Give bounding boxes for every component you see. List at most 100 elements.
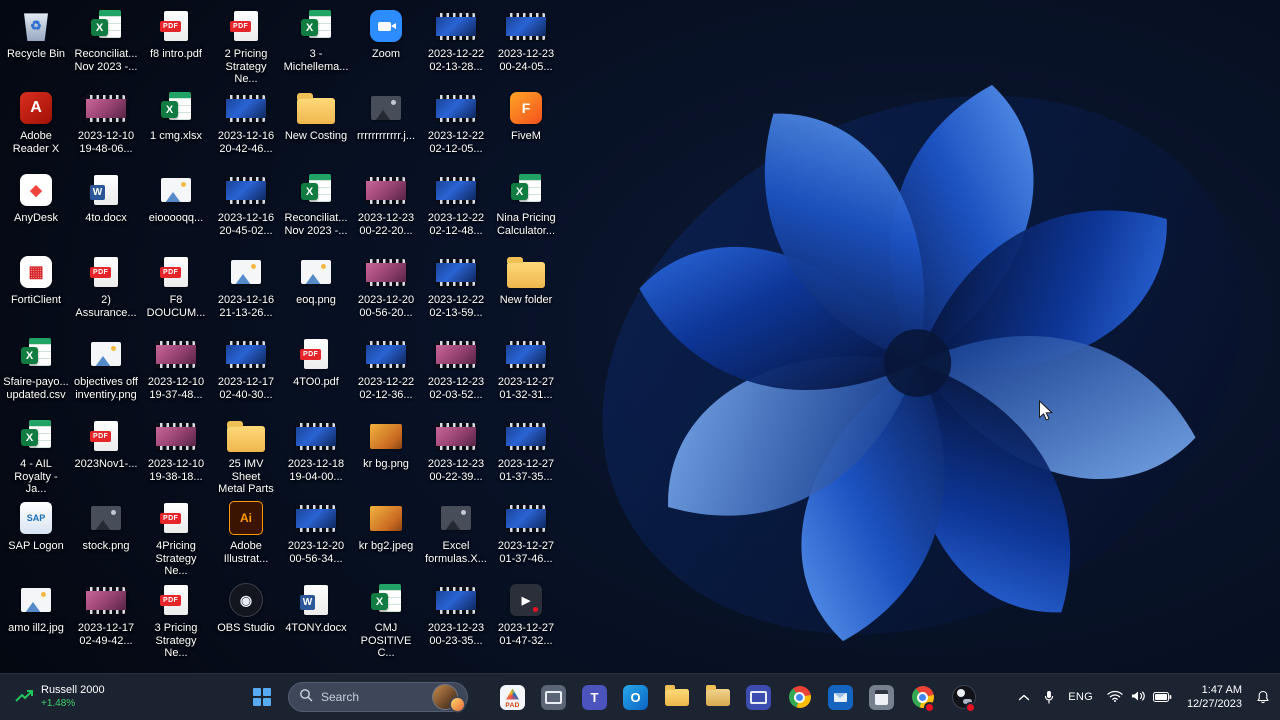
desktop-icon-reconciliat-nov-2023[interactable]: X Reconciliat... Nov 2023 -... [283, 171, 349, 237]
desktop-icon-eoq-png[interactable]: eoq.png [283, 253, 349, 307]
desktop-icon-2023-12-23-00-24-05[interactable]: 2023-12-23 00-24-05... [493, 7, 559, 73]
microphone-icon[interactable] [1037, 678, 1061, 716]
desktop-icon-2023-12-27-01-47-32[interactable]: ▶ 2023-12-27 01-47-32... [493, 581, 559, 647]
stock-change: +1.48% [41, 697, 76, 709]
file-explorer-taskbar-icon[interactable] [656, 674, 697, 720]
calculator-taskbar-icon[interactable] [861, 674, 902, 720]
desktop-icon-1-cmg-xlsx[interactable]: X 1 cmg.xlsx [143, 89, 209, 143]
desktop-icon-2023-12-10-19-38-18[interactable]: 2023-12-10 19-38-18... [143, 417, 209, 483]
remote-screen-taskbar-icon[interactable] [533, 674, 574, 720]
display-connect-taskbar-icon[interactable] [738, 674, 779, 720]
desktop-icon-adobe-reader-x[interactable]: A Adobe Reader X [3, 89, 69, 155]
desktop-icon-2023-12-20-00-56-20[interactable]: 2023-12-20 00-56-20... [353, 253, 419, 319]
desktop-icon-anydesk[interactable]: ◆ AnyDesk [3, 171, 69, 225]
desktop-icon-objectives-off-inventiry-png[interactable]: objectives off inventiry.png [73, 335, 139, 401]
desktop-icon-4to0-pdf[interactable]: PDF 4TO0.pdf [283, 335, 349, 389]
desktop-icon-2023-12-27-01-32-31[interactable]: 2023-12-27 01-32-31... [493, 335, 559, 401]
desktop-icon-recycle-bin[interactable]: ♻ Recycle Bin [3, 7, 69, 61]
desktop-icon-2023-12-16-20-42-46[interactable]: 2023-12-16 20-42-46... [213, 89, 279, 155]
desktop-icon-2-assurance[interactable]: PDF 2) Assurance... [73, 253, 139, 319]
desktop-icon-kr-bg-png[interactable]: kr bg.png [353, 417, 419, 471]
desktop-icon-forticlient[interactable]: ▦ FortiClient [3, 253, 69, 307]
desktop-icon-2023-12-23-00-23-35[interactable]: 2023-12-23 00-23-35... [423, 581, 489, 647]
desktop-icon-label: objectives off inventiry.png [73, 376, 138, 401]
desktop-icon-2023-12-10-19-37-48[interactable]: 2023-12-10 19-37-48... [143, 335, 209, 401]
desktop-icon-2023-12-22-02-13-59[interactable]: 2023-12-22 02-13-59... [423, 253, 489, 319]
desktop-icon-2023-12-23-00-22-20[interactable]: 2023-12-23 00-22-20... [353, 171, 419, 237]
desktop-icon-2023-12-17-02-49-42[interactable]: 2023-12-17 02-49-42... [73, 581, 139, 647]
desktop-icon-2-pricing-strategy-ne[interactable]: PDF 2 Pricing Strategy Ne... [213, 7, 279, 86]
outlook-taskbar-icon[interactable]: O [615, 674, 656, 720]
desktop-icon-3-michellema[interactable]: X 3 - Michellema... [283, 7, 349, 73]
desktop-icon-excel-formulas-x[interactable]: Excel formulas.X... [423, 499, 489, 565]
desktop-icon-2023nov1[interactable]: PDF 2023Nov1-... [73, 417, 139, 471]
desktop-icon-2023-12-23-02-03-52[interactable]: 2023-12-23 02-03-52... [423, 335, 489, 401]
language-indicator[interactable]: ENG [1062, 678, 1099, 716]
desktop-icon-2023-12-10-19-48-06[interactable]: 2023-12-10 19-48-06... [73, 89, 139, 155]
desktop-icon-new-costing[interactable]: New Costing [283, 89, 349, 143]
power-automate-taskbar-icon[interactable]: PAD [492, 674, 533, 720]
desktop-icon-4tony-docx[interactable]: W 4TONY.docx [283, 581, 349, 635]
mail-taskbar-icon[interactable] [820, 674, 861, 720]
desktop-icon-adobe-illustrat[interactable]: Ai Adobe Illustrat... [213, 499, 279, 565]
desktop-icon-2023-12-27-01-37-46[interactable]: 2023-12-27 01-37-46... [493, 499, 559, 565]
desktop-icon-2023-12-18-19-04-00[interactable]: 2023-12-18 19-04-00... [283, 417, 349, 483]
desktop-icon-new-folder[interactable]: New folder [493, 253, 559, 307]
clock[interactable]: 1:47 AM 12/27/2023 [1180, 683, 1249, 712]
search-box[interactable] [288, 682, 468, 712]
chrome-taskbar-icon[interactable] [779, 674, 820, 720]
desktop-icon-label: 2023-12-18 19-04-00... [287, 458, 345, 483]
desktop-icon-2023-12-16-20-45-02[interactable]: 2023-12-16 20-45-02... [213, 171, 279, 237]
desktop-icon-2023-12-22-02-12-36[interactable]: 2023-12-22 02-12-36... [353, 335, 419, 401]
search-input[interactable] [319, 689, 427, 705]
desktop-icon-label: 2023Nov1-... [74, 458, 138, 470]
desktop-icon-stock-png[interactable]: stock.png [73, 499, 139, 553]
obs-studio-taskbar-icon[interactable] [943, 674, 984, 720]
desktop-icon-2023-12-20-00-56-34[interactable]: 2023-12-20 00-56-34... [283, 499, 349, 565]
desktop-icon-3-pricing-strategy-ne[interactable]: PDF 3 Pricing Strategy Ne... [143, 581, 209, 660]
desktop-icon-cmj-positive-c[interactable]: X CMJ POSITIVE C... [353, 581, 419, 660]
desktop-icon-4pricing-strategy-ne[interactable]: PDF 4Pricing Strategy Ne... [143, 499, 209, 578]
desktop-icon-2023-12-22-02-12-05[interactable]: 2023-12-22 02-12-05... [423, 89, 489, 155]
documents-folder-taskbar-icon[interactable] [697, 674, 738, 720]
desktop-icon-reconciliat-nov-2023[interactable]: X Reconciliat... Nov 2023 -... [73, 7, 139, 73]
stocks-widget[interactable]: Russell 2000 +1.48% [8, 674, 111, 720]
start-button[interactable] [246, 683, 278, 711]
desktop-icon-label: Zoom [371, 48, 401, 60]
desktop-icon-eiooooqq[interactable]: eiooooqq... [143, 171, 209, 225]
excel-icon: X [299, 7, 333, 45]
desktop-icon-4to-docx[interactable]: W 4to.docx [73, 171, 139, 225]
desktop-icon-f8-intro-pdf[interactable]: PDF f8 intro.pdf [143, 7, 209, 61]
desktop-icon-obs-studio[interactable]: ◉ OBS Studio [213, 581, 279, 635]
desktop-icon-2023-12-17-02-40-30[interactable]: 2023-12-17 02-40-30... [213, 335, 279, 401]
desktop-icon-f8-doucum[interactable]: PDF F8 DOUCUM... [143, 253, 209, 319]
adobe-reader-icon: A [20, 89, 52, 127]
desktop-icon-2023-12-16-21-13-26[interactable]: 2023-12-16 21-13-26... [213, 253, 279, 319]
desktop-icon-sfaire-payo-updated-csv[interactable]: X Sfaire-payo... updated.csv [3, 335, 69, 401]
desktop-icon-fivem[interactable]: F FiveM [493, 89, 559, 143]
desktop-icon-2023-12-22-02-13-28[interactable]: 2023-12-22 02-13-28... [423, 7, 489, 73]
desktop-icon-4-ail-royalty-ja[interactable]: X4 - AIL Royalty - Ja... [3, 417, 69, 496]
desktop-icon-label: 2023-12-22 02-13-59... [427, 294, 485, 319]
desktop-icon-label: Reconciliat... Nov 2023 -... [74, 48, 138, 73]
notification-bell-icon[interactable] [1250, 678, 1276, 716]
teams-taskbar-icon[interactable]: T [574, 674, 615, 720]
desktop-icon-2023-12-27-01-37-35[interactable]: 2023-12-27 01-37-35... [493, 417, 559, 483]
desktop-icon-sap-logon[interactable]: SAP SAP Logon [3, 499, 69, 553]
image-icon [301, 253, 331, 291]
desktop-icon-2023-12-22-02-12-48[interactable]: 2023-12-22 02-12-48... [423, 171, 489, 237]
desktop-icon-rrrrrrrrrrrr-j[interactable]: rrrrrrrrrrrr.j... [353, 89, 419, 143]
desktop-icon-25-imv-sheet-metal-parts[interactable]: 25 IMV Sheet Metal Parts [213, 417, 279, 496]
desktop-icon-label: 2023-12-10 19-38-18... [147, 458, 205, 483]
tray-chevron-up-icon[interactable] [1012, 678, 1036, 716]
chrome-profile-taskbar-icon[interactable] [902, 674, 943, 720]
search-highlight-badge-icon [451, 697, 464, 711]
quick-settings[interactable] [1100, 678, 1179, 716]
desktop-icon-label: 2023-12-27 01-32-31... [497, 376, 555, 401]
desktop-icon-zoom[interactable]: Zoom [353, 7, 419, 61]
desktop-icon-2023-12-23-00-22-39[interactable]: 2023-12-23 00-22-39... [423, 417, 489, 483]
desktop-icon-kr-bg2-jpeg[interactable]: kr bg2.jpeg [353, 499, 419, 553]
desktop-icon-amo-ill2-jpg[interactable]: amo ill2.jpg [3, 581, 69, 635]
desktop-icon-nina-pricing-calculator[interactable]: X Nina Pricing Calculator... [493, 171, 559, 237]
desktop-icon-label: 2023-12-23 00-22-39... [427, 458, 485, 483]
